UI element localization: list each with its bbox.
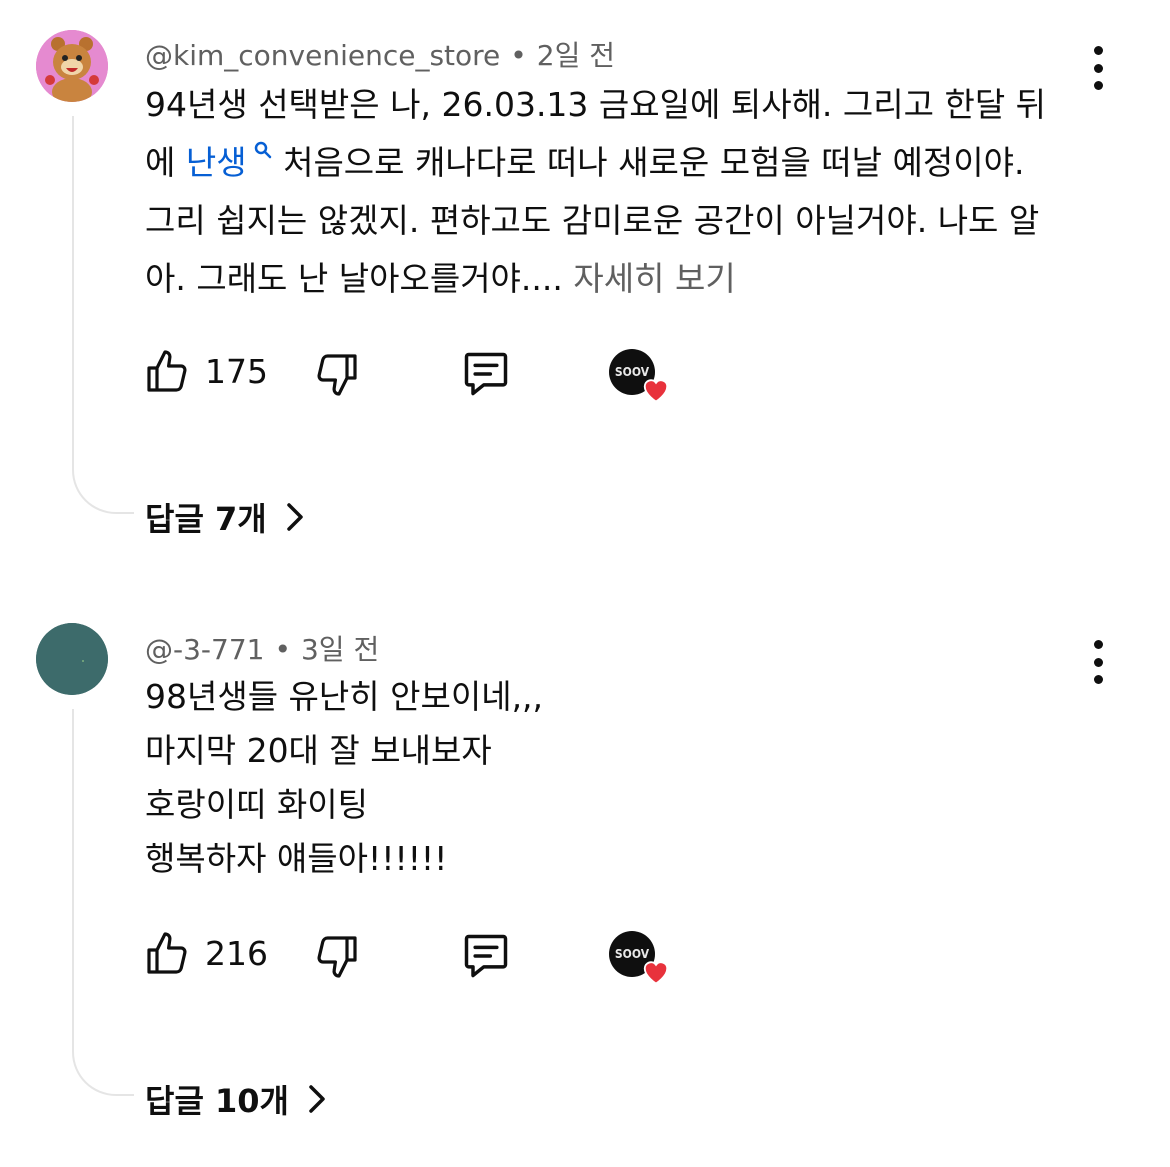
heart-icon bbox=[643, 961, 669, 985]
comment-line: 94년생 선택받은 나, 26.03.13 금요일에 퇴사해. 그리고 한달 뒤 bbox=[145, 85, 1047, 124]
chevron-right-icon bbox=[309, 1085, 325, 1113]
like-count: 175 bbox=[205, 352, 268, 391]
comment-line-prefix: 에 bbox=[145, 143, 186, 182]
like-count: 216 bbox=[205, 934, 268, 973]
thread-line bbox=[72, 709, 134, 1096]
replies-label: 답글 10개 bbox=[145, 1082, 289, 1120]
comment-meta: @-3-771 • 3일 전 bbox=[145, 628, 379, 668]
read-more-link[interactable]: 자세히 보기 bbox=[573, 259, 735, 298]
more-vertical-icon[interactable] bbox=[1084, 640, 1112, 684]
search-icon[interactable] bbox=[253, 140, 273, 160]
comment-text: 94년생 선택받은 나, 26.03.13 금요일에 퇴사해. 그리고 한달 뒤… bbox=[145, 76, 1070, 308]
author-name[interactable]: @kim_convenience_store bbox=[145, 39, 500, 72]
comment-meta: @kim_convenience_store • 2일 전 bbox=[145, 34, 615, 74]
thumbs-up-icon[interactable] bbox=[143, 930, 191, 978]
comment-time: 2일 전 bbox=[536, 39, 616, 72]
author-name[interactable]: @-3-771 bbox=[145, 633, 264, 666]
teal-default-avatar-icon bbox=[36, 623, 108, 695]
more-vertical-icon[interactable] bbox=[1084, 46, 1112, 90]
comment-line: 아. 그래도 난 날아오를거야.... 자세히 보기 bbox=[145, 250, 1070, 308]
comment-line: 호랑이띠 화이팅 bbox=[145, 785, 369, 824]
comment-line-suffix: 처음으로 캐나다로 떠나 새로운 모험을 떠날 예정이야. bbox=[272, 143, 1025, 182]
comment-line-text: 아. 그래도 난 날아오를거야.... bbox=[145, 259, 563, 298]
comment-text: 98년생들 유난히 안보이네,,, 마지막 20대 잘 보내보자 호랑이띠 화이… bbox=[145, 670, 1070, 886]
thumbs-down-icon[interactable] bbox=[313, 350, 361, 398]
author-avatar[interactable] bbox=[36, 30, 108, 102]
separator-dot: • bbox=[274, 633, 291, 666]
comment-line: 행복하자 얘들아!!!!!! bbox=[145, 839, 448, 878]
bear-character-avatar-icon bbox=[36, 30, 108, 102]
comment-icon[interactable] bbox=[460, 348, 512, 400]
replies-label: 답글 7개 bbox=[145, 500, 267, 538]
chevron-right-icon bbox=[286, 503, 303, 531]
thumbs-up-icon[interactable] bbox=[143, 348, 191, 396]
comment-icon[interactable] bbox=[460, 930, 512, 982]
replies-button[interactable]: 답글 10개 bbox=[145, 1076, 327, 1122]
comment-line: 그리 쉽지는 않겠지. 편하고도 감미로운 공간이 아닐거야. 나도 알 bbox=[145, 201, 1040, 240]
author-avatar[interactable] bbox=[36, 623, 108, 695]
heart-icon bbox=[643, 379, 669, 403]
separator-dot: • bbox=[510, 39, 527, 72]
thread-line bbox=[72, 116, 134, 514]
comment-line: 마지막 20대 잘 보내보자 bbox=[145, 731, 492, 770]
comment-time: 3일 전 bbox=[300, 633, 380, 666]
thumbs-down-icon[interactable] bbox=[313, 932, 361, 980]
comment-line: 98년생들 유난히 안보이네,,, bbox=[145, 677, 544, 716]
search-link[interactable]: 난생 bbox=[186, 143, 247, 182]
comment-line: 에 난생 처음으로 캐나다로 떠나 새로운 모험을 떠날 예정이야. bbox=[145, 134, 1070, 192]
replies-button[interactable]: 답글 7개 bbox=[145, 494, 305, 540]
